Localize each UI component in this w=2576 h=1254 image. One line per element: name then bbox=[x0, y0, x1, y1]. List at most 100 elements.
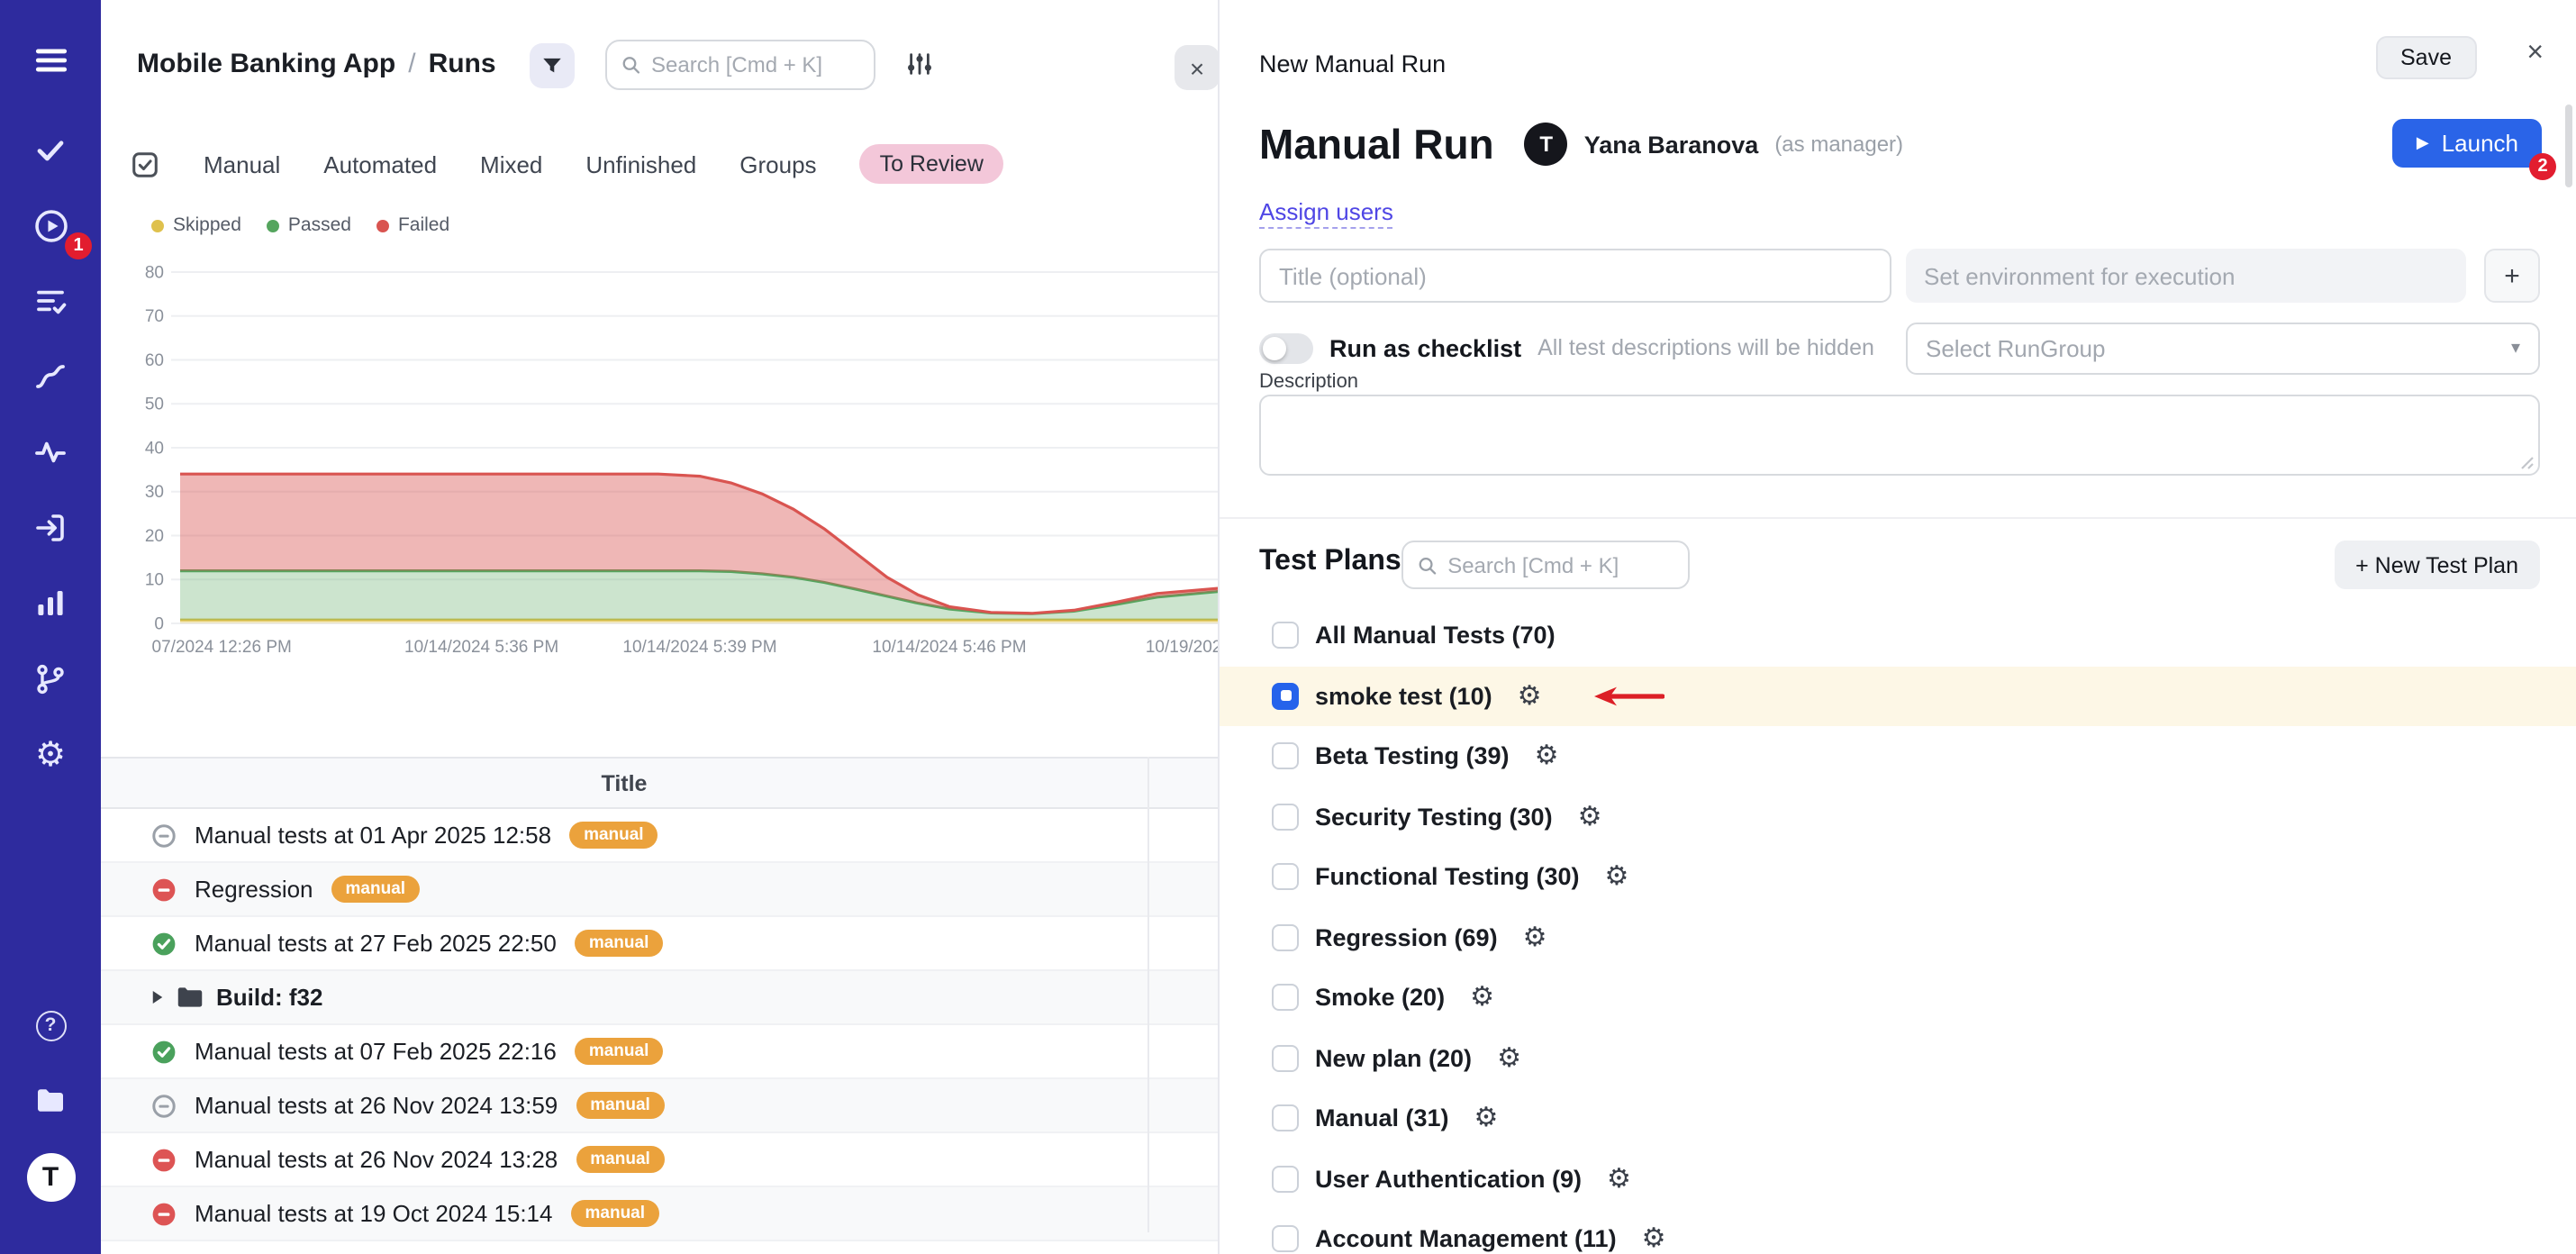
plan-label: Regression (69) bbox=[1315, 924, 1498, 951]
test-plan-row[interactable]: New plan (20) ⚙ bbox=[1220, 1028, 2576, 1088]
tab-manual[interactable]: Manual bbox=[204, 150, 280, 177]
plan-checkbox[interactable] bbox=[1272, 1105, 1299, 1132]
launch-button[interactable]: ▶ Launch 2 bbox=[2393, 119, 2542, 168]
environment-input[interactable] bbox=[1906, 249, 2466, 303]
test-plan-row[interactable]: Regression (69) ⚙ bbox=[1220, 907, 2576, 968]
trends-nav-button[interactable] bbox=[20, 346, 81, 407]
runs-nav-button[interactable]: 1 bbox=[20, 195, 81, 256]
plan-checkbox[interactable] bbox=[1272, 622, 1299, 650]
run-title-input[interactable] bbox=[1259, 249, 1891, 303]
legend-item[interactable]: Passed bbox=[267, 214, 351, 236]
app-logo-button[interactable]: T bbox=[20, 1146, 81, 1207]
table-row[interactable]: Manual tests at 27 Feb 2025 22:50 manual bbox=[101, 917, 1220, 971]
add-environment-button[interactable]: + bbox=[2484, 249, 2540, 303]
plan-checkbox[interactable] bbox=[1272, 864, 1299, 891]
table-row[interactable]: Regression manual bbox=[101, 863, 1220, 917]
runs-list-nav-button[interactable] bbox=[20, 270, 81, 332]
select-all-icon[interactable] bbox=[130, 149, 160, 179]
tab-unfinished[interactable]: Unfinished bbox=[585, 150, 696, 177]
test-plan-row[interactable]: Account Management (11) ⚙ bbox=[1220, 1209, 2576, 1254]
column-title: Title bbox=[101, 770, 1147, 795]
sign-in-nav-button[interactable] bbox=[20, 497, 81, 559]
resize-handle-icon[interactable] bbox=[2520, 456, 2535, 470]
scrollbar-thumb[interactable] bbox=[2565, 104, 2572, 187]
run-as-checklist-toggle[interactable] bbox=[1259, 332, 1313, 363]
folder-title: Build: f32 bbox=[216, 984, 322, 1011]
plan-gear-button[interactable]: ⚙ bbox=[1605, 864, 1629, 891]
plan-checkbox[interactable] bbox=[1272, 804, 1299, 831]
tab-automated[interactable]: Automated bbox=[323, 150, 437, 177]
plan-checkbox[interactable] bbox=[1272, 1226, 1299, 1253]
plan-checkbox[interactable] bbox=[1272, 683, 1299, 710]
plan-label: All Manual Tests (70) bbox=[1315, 622, 1556, 650]
plan-label: Manual (31) bbox=[1315, 1105, 1449, 1132]
breadcrumb-current[interactable]: Runs bbox=[429, 49, 496, 79]
runs-search-input[interactable] bbox=[651, 52, 859, 77]
tasks-nav-button[interactable] bbox=[20, 119, 81, 180]
panel-close-button[interactable]: × bbox=[2526, 38, 2544, 70]
branches-nav-button[interactable] bbox=[20, 649, 81, 710]
plan-gear-button[interactable]: ⚙ bbox=[1523, 924, 1547, 951]
test-plan-row[interactable]: smoke test (10) ⚙ bbox=[1220, 666, 2576, 726]
panel-close-button[interactable]: × bbox=[1175, 45, 1220, 90]
plan-checkbox[interactable] bbox=[1272, 743, 1299, 770]
plus-icon: + bbox=[2504, 260, 2520, 291]
filter-button[interactable] bbox=[530, 43, 575, 88]
tab-groups[interactable]: Groups bbox=[739, 150, 816, 177]
plan-gear-button[interactable]: ⚙ bbox=[1474, 1105, 1499, 1132]
assign-users-link[interactable]: Assign users bbox=[1259, 198, 1393, 229]
run-title: Manual tests at 19 Oct 2024 15:14 bbox=[195, 1200, 553, 1227]
svg-text:07/2024 12:26 PM: 07/2024 12:26 PM bbox=[152, 638, 292, 657]
save-button[interactable]: Save bbox=[2375, 36, 2477, 79]
test-plans-search-input[interactable] bbox=[1447, 552, 1673, 577]
plan-gear-button[interactable]: ⚙ bbox=[1607, 1166, 1631, 1193]
filter-settings-button[interactable] bbox=[906, 50, 933, 83]
plan-gear-button[interactable]: ⚙ bbox=[1470, 985, 1494, 1012]
plan-label: Beta Testing (39) bbox=[1315, 743, 1510, 770]
legend-item[interactable]: Failed bbox=[376, 214, 449, 236]
checklist-hint: All test descriptions will be hidden bbox=[1537, 335, 1874, 360]
help-button[interactable]: ? bbox=[20, 995, 81, 1056]
plan-checkbox[interactable] bbox=[1272, 985, 1299, 1012]
tab-mixed[interactable]: Mixed bbox=[480, 150, 542, 177]
test-plans-search bbox=[1401, 541, 1690, 589]
analytics-nav-button[interactable] bbox=[20, 573, 81, 634]
table-row[interactable]: Manual tests at 01 Apr 2025 12:58 manual bbox=[101, 809, 1220, 863]
svg-text:0: 0 bbox=[154, 614, 164, 633]
failed-status-icon bbox=[151, 877, 177, 902]
projects-button[interactable] bbox=[20, 1070, 81, 1131]
plan-gear-button[interactable]: ⚙ bbox=[1497, 1045, 1521, 1072]
settings-nav-button[interactable]: ⚙ bbox=[20, 724, 81, 786]
breadcrumb-project[interactable]: Mobile Banking App bbox=[137, 49, 395, 79]
test-plan-row[interactable]: User Authentication (9) ⚙ bbox=[1220, 1149, 2576, 1209]
tab-to-review[interactable]: To Review bbox=[860, 144, 1003, 184]
table-folder-row[interactable]: Build: f32 bbox=[101, 971, 1220, 1025]
pulse-nav-button[interactable] bbox=[20, 422, 81, 483]
plan-checkbox[interactable] bbox=[1272, 924, 1299, 951]
test-plan-row[interactable]: Security Testing (30) ⚙ bbox=[1220, 786, 2576, 847]
run-play-icon bbox=[32, 206, 69, 244]
test-plan-row[interactable]: Functional Testing (30) ⚙ bbox=[1220, 847, 2576, 907]
table-row[interactable]: Manual tests at 26 Nov 2024 13:28 manual bbox=[101, 1133, 1220, 1187]
test-plan-row[interactable]: Smoke (20) ⚙ bbox=[1220, 968, 2576, 1028]
description-textarea[interactable] bbox=[1259, 395, 2540, 476]
test-plan-row[interactable]: Beta Testing (39) ⚙ bbox=[1220, 726, 2576, 786]
new-test-plan-button[interactable]: + New Test Plan bbox=[2334, 541, 2540, 589]
plan-gear-button[interactable]: ⚙ bbox=[1578, 804, 1602, 831]
test-plan-row[interactable]: All Manual Tests (70) bbox=[1220, 605, 2576, 666]
plan-gear-button[interactable]: ⚙ bbox=[1642, 1226, 1666, 1253]
plan-gear-button[interactable]: ⚙ bbox=[1518, 683, 1542, 710]
rungroup-select[interactable]: Select RunGroup ▾ bbox=[1906, 323, 2540, 375]
test-plan-row[interactable]: Manual (31) ⚙ bbox=[1220, 1088, 2576, 1149]
menu-button[interactable] bbox=[20, 29, 81, 90]
plan-gear-button[interactable]: ⚙ bbox=[1535, 743, 1559, 770]
plan-label: New plan (20) bbox=[1315, 1045, 1472, 1072]
table-row[interactable]: Manual tests at 26 Nov 2024 13:59 manual bbox=[101, 1079, 1220, 1133]
table-row[interactable]: Manual tests at 19 Oct 2024 15:14 manual bbox=[101, 1187, 1220, 1241]
svg-text:30: 30 bbox=[145, 483, 164, 502]
plan-checkbox[interactable] bbox=[1272, 1045, 1299, 1072]
table-row[interactable]: Manual tests at 07 Feb 2025 22:16 manual bbox=[101, 1025, 1220, 1079]
legend-item[interactable]: Skipped bbox=[151, 214, 241, 236]
caret-icon[interactable] bbox=[151, 989, 164, 1005]
plan-checkbox[interactable] bbox=[1272, 1166, 1299, 1193]
